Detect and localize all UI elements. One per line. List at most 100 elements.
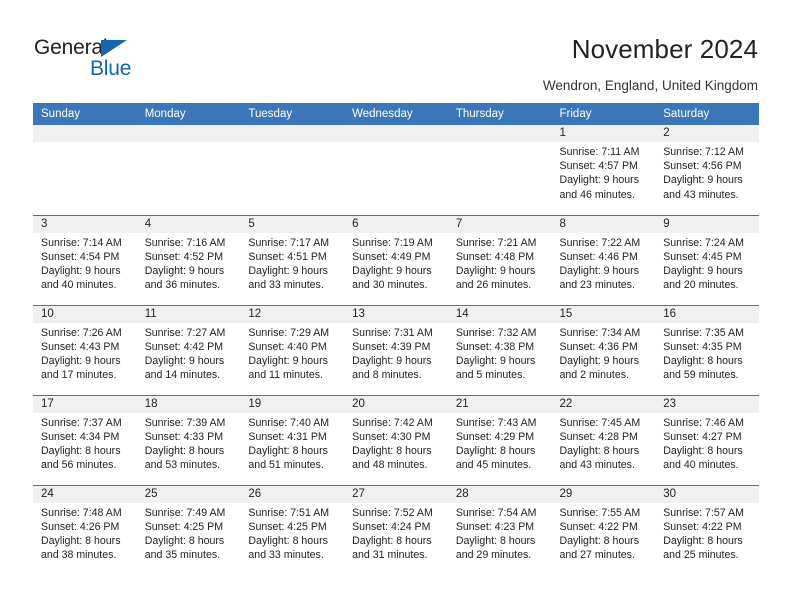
sunset-time: Sunset: 4:22 PM <box>663 520 742 533</box>
day-details: Sunrise: 7:54 AM Sunset: 4:23 PM Daylight:… <box>448 503 552 563</box>
sunset-time: Sunset: 4:25 PM <box>248 520 327 533</box>
sunrise-time: Sunrise: 7:40 AM <box>248 416 330 429</box>
weekday-header-thursday: Thursday <box>447 103 552 125</box>
weekday-header-sunday: Sunday <box>33 103 137 125</box>
calendar-day-cell[interactable]: 28 Sunrise: 7:54 AM Sunset: 4:23 PM Dayligh… <box>447 484 552 575</box>
day-number: 19 <box>240 395 345 413</box>
daylight-duration-line2: and 40 minutes. <box>663 459 739 472</box>
calendar-day-cell[interactable]: 19 Sunrise: 7:40 AM Sunset: 4:31 PM Dayligh… <box>240 394 345 485</box>
calendar-day-cell[interactable]: 3 Sunrise: 7:14 AM Sunset: 4:54 PM Daylight… <box>33 214 137 305</box>
daylight-duration-line1: Daylight: 9 hours <box>559 264 640 277</box>
calendar-day-cell[interactable]: 12 Sunrise: 7:29 AM Sunset: 4:40 PM Dayligh… <box>240 304 345 395</box>
calendar-day-cell[interactable]: 21 Sunrise: 7:43 AM Sunset: 4:29 PM Dayligh… <box>447 394 552 485</box>
calendar-week-row: 24 Sunrise: 7:48 AM Sunset: 4:26 PM Dayligh… <box>33 484 759 575</box>
daylight-duration-line1: Daylight: 8 hours <box>41 444 121 457</box>
day-number <box>33 125 137 142</box>
day-details: Sunrise: 7:48 AM Sunset: 4:26 PM Daylight:… <box>33 503 137 563</box>
day-details: Sunrise: 7:16 AM Sunset: 4:52 PM Daylight:… <box>137 233 241 293</box>
calendar-day-cell[interactable]: 1 Sunrise: 7:11 AM Sunset: 4:57 PM Daylight… <box>551 125 656 215</box>
day-number: 18 <box>136 395 241 413</box>
day-details: Sunrise: 7:29 AM Sunset: 4:40 PM Daylight:… <box>240 323 344 383</box>
daylight-duration-line1: Daylight: 8 hours <box>41 534 121 547</box>
calendar-day-cell[interactable]: 18 Sunrise: 7:39 AM Sunset: 4:33 PM Dayligh… <box>136 394 241 485</box>
calendar-day-cell[interactable]: 4 Sunrise: 7:16 AM Sunset: 4:52 PM Daylight… <box>136 214 241 305</box>
sunset-time: Sunset: 4:51 PM <box>248 250 327 263</box>
calendar-day-cell[interactable]: 25 Sunrise: 7:49 AM Sunset: 4:25 PM Dayligh… <box>136 484 241 575</box>
calendar-day-cell[interactable]: 7 Sunrise: 7:21 AM Sunset: 4:48 PM Daylight… <box>447 214 552 305</box>
sunset-time: Sunset: 4:25 PM <box>144 520 224 533</box>
weekday-header-monday: Monday <box>136 103 241 125</box>
day-details: Sunrise: 7:42 AM Sunset: 4:30 PM Daylight:… <box>344 413 448 473</box>
day-number: 14 <box>447 305 552 323</box>
calendar-day-cell[interactable]: 20 Sunrise: 7:42 AM Sunset: 4:30 PM Dayligh… <box>344 394 448 485</box>
calendar-day-cell[interactable]: 29 Sunrise: 7:55 AM Sunset: 4:22 PM Dayligh… <box>551 484 656 575</box>
day-number <box>240 125 345 142</box>
daylight-duration-line2: and 14 minutes. <box>144 369 221 382</box>
daylight-duration-line2: and 53 minutes. <box>144 459 221 472</box>
calendar-day-cell[interactable]: 22 Sunrise: 7:45 AM Sunset: 4:28 PM Dayligh… <box>551 394 656 485</box>
calendar-day-cell[interactable]: 30 Sunrise: 7:57 AM Sunset: 4:22 PM Dayligh… <box>655 484 759 575</box>
calendar-header-row: Sunday Monday Tuesday Wednesday Thursday… <box>33 103 759 125</box>
sunset-time: Sunset: 4:48 PM <box>455 250 535 263</box>
sunset-time: Sunset: 4:34 PM <box>41 430 120 443</box>
day-number <box>344 125 448 142</box>
calendar-day-cell-empty <box>344 125 448 215</box>
daylight-duration-line1: Daylight: 8 hours <box>144 534 225 547</box>
calendar-day-cell[interactable]: 14 Sunrise: 7:32 AM Sunset: 4:38 PM Dayligh… <box>447 304 552 395</box>
calendar-day-cell[interactable]: 13 Sunrise: 7:31 AM Sunset: 4:39 PM Dayligh… <box>344 304 448 395</box>
day-number: 1 <box>551 125 656 142</box>
day-details: Sunrise: 7:39 AM Sunset: 4:33 PM Daylight:… <box>137 413 241 473</box>
calendar-day-cell[interactable]: 2 Sunrise: 7:12 AM Sunset: 4:56 PM Daylight… <box>655 125 759 215</box>
sunset-time: Sunset: 4:26 PM <box>41 520 120 533</box>
daylight-duration-line1: Daylight: 8 hours <box>455 444 536 457</box>
calendar-day-cell[interactable]: 23 Sunrise: 7:46 AM Sunset: 4:27 PM Dayligh… <box>655 394 759 485</box>
daylight-duration-line2: and 30 minutes. <box>352 279 428 292</box>
sunset-time: Sunset: 4:33 PM <box>144 430 224 443</box>
daylight-duration-line2: and 40 minutes. <box>41 279 117 292</box>
daylight-duration-line2: and 43 minutes. <box>663 188 739 201</box>
daylight-duration-line2: and 36 minutes. <box>144 279 221 292</box>
daylight-duration-line2: and 45 minutes. <box>455 459 532 472</box>
day-details: Sunrise: 7:57 AM Sunset: 4:22 PM Daylight:… <box>655 503 759 563</box>
daylight-duration-line2: and 29 minutes. <box>455 549 532 562</box>
calendar-day-cell[interactable]: 26 Sunrise: 7:51 AM Sunset: 4:25 PM Dayligh… <box>240 484 345 575</box>
day-details: Sunrise: 7:43 AM Sunset: 4:29 PM Daylight:… <box>448 413 552 473</box>
day-number: 10 <box>33 305 137 323</box>
daylight-duration-line1: Daylight: 9 hours <box>559 174 640 187</box>
sunrise-time: Sunrise: 7:54 AM <box>455 506 537 519</box>
day-number: 7 <box>447 215 552 233</box>
calendar-week-row: 17 Sunrise: 7:37 AM Sunset: 4:34 PM Dayligh… <box>33 394 759 485</box>
general-blue-logo[interactable]: General Blue <box>34 36 234 84</box>
calendar-day-cell[interactable]: 6 Sunrise: 7:19 AM Sunset: 4:49 PM Daylight… <box>344 214 448 305</box>
sunset-time: Sunset: 4:45 PM <box>663 250 742 263</box>
daylight-duration-line2: and 20 minutes. <box>663 279 739 292</box>
daylight-duration-line1: Daylight: 9 hours <box>455 354 536 367</box>
sunset-time: Sunset: 4:24 PM <box>352 520 431 533</box>
calendar-day-cell[interactable]: 24 Sunrise: 7:48 AM Sunset: 4:26 PM Dayligh… <box>33 484 137 575</box>
daylight-duration-line1: Daylight: 8 hours <box>352 444 432 457</box>
calendar-day-cell[interactable]: 17 Sunrise: 7:37 AM Sunset: 4:34 PM Dayligh… <box>33 394 137 485</box>
calendar-day-cell[interactable]: 8 Sunrise: 7:22 AM Sunset: 4:46 PM Daylight… <box>551 214 656 305</box>
sunrise-time: Sunrise: 7:14 AM <box>41 236 122 249</box>
day-details: Sunrise: 7:11 AM Sunset: 4:57 PM Daylight:… <box>552 142 656 202</box>
sunrise-time: Sunrise: 7:12 AM <box>663 146 744 158</box>
calendar-day-cell[interactable]: 9 Sunrise: 7:24 AM Sunset: 4:45 PM Daylight… <box>655 214 759 305</box>
sunrise-time: Sunrise: 7:26 AM <box>41 326 122 339</box>
calendar-day-cell[interactable]: 27 Sunrise: 7:52 AM Sunset: 4:24 PM Dayligh… <box>344 484 448 575</box>
day-details: Sunrise: 7:26 AM Sunset: 4:43 PM Daylight:… <box>33 323 137 383</box>
day-number: 4 <box>136 215 241 233</box>
calendar-day-cell[interactable]: 5 Sunrise: 7:17 AM Sunset: 4:51 PM Daylight… <box>240 214 345 305</box>
daylight-duration-line1: Daylight: 8 hours <box>663 534 743 547</box>
daylight-duration-line2: and 31 minutes. <box>352 549 428 562</box>
sunset-time: Sunset: 4:40 PM <box>248 340 327 353</box>
calendar-day-cell[interactable]: 10 Sunrise: 7:26 AM Sunset: 4:43 PM Dayligh… <box>33 304 137 395</box>
sunrise-time: Sunrise: 7:57 AM <box>663 506 744 519</box>
daylight-duration-line1: Daylight: 9 hours <box>248 354 328 367</box>
day-details: Sunrise: 7:34 AM Sunset: 4:36 PM Daylight:… <box>552 323 656 383</box>
day-details: Sunrise: 7:24 AM Sunset: 4:45 PM Daylight:… <box>655 233 759 293</box>
calendar-day-cell[interactable]: 11 Sunrise: 7:27 AM Sunset: 4:42 PM Dayligh… <box>136 304 241 395</box>
weekday-header-tuesday: Tuesday <box>240 103 345 125</box>
calendar-day-cell[interactable]: 15 Sunrise: 7:34 AM Sunset: 4:36 PM Dayligh… <box>551 304 656 395</box>
sunset-time: Sunset: 4:31 PM <box>248 430 327 443</box>
calendar-day-cell[interactable]: 16 Sunrise: 7:35 AM Sunset: 4:35 PM Dayligh… <box>655 304 759 395</box>
